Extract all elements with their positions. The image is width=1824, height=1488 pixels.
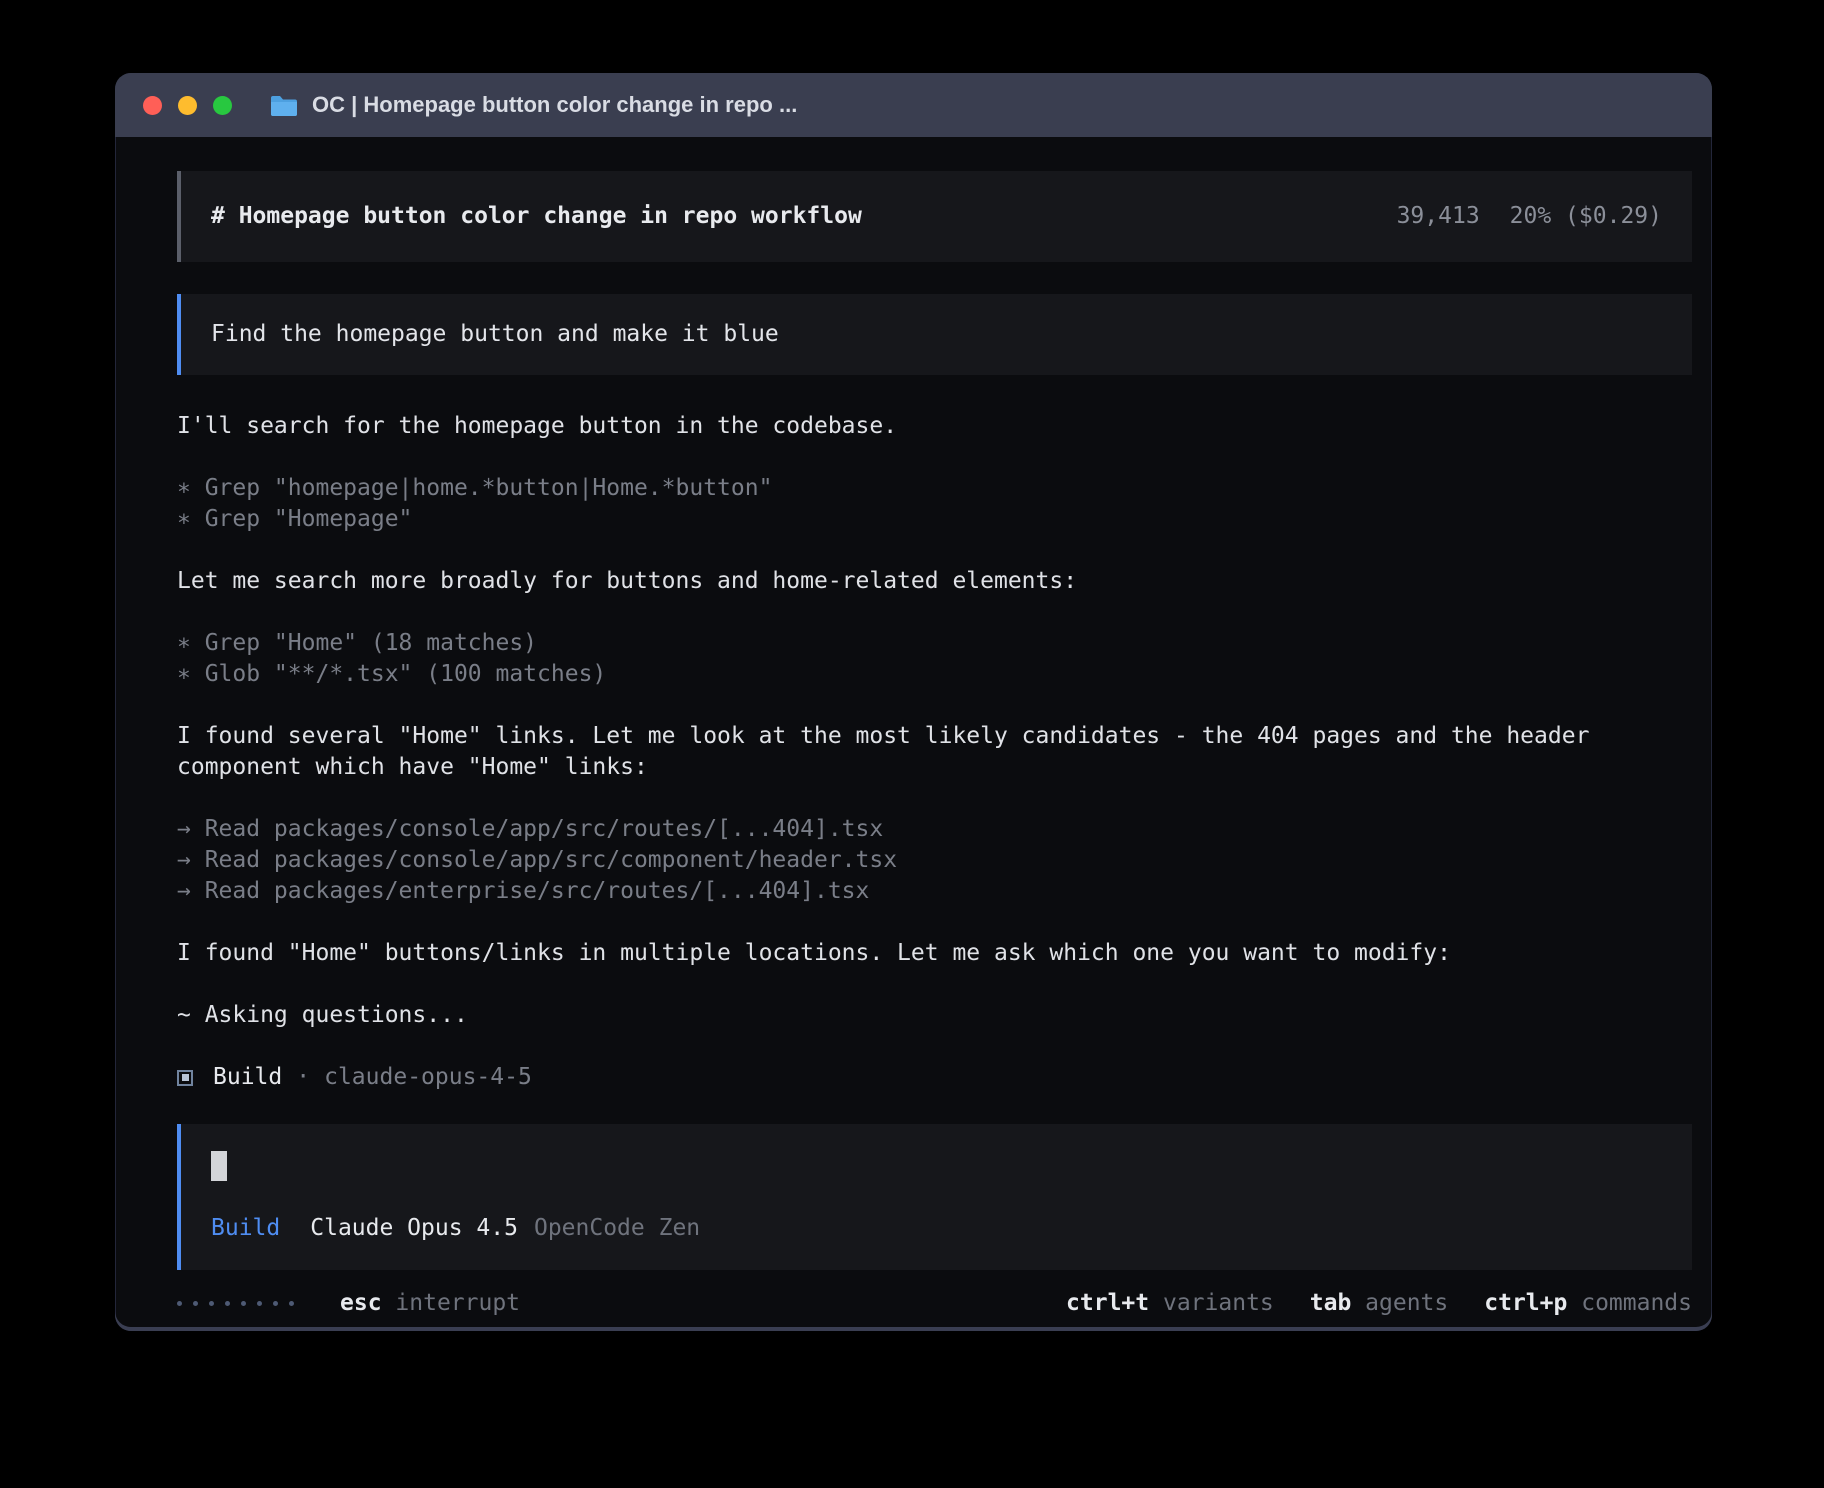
assistant-message: Let me search more broadly for buttons a… [177, 566, 1692, 597]
shortcut-variants: ctrl+t variants [1066, 1288, 1274, 1319]
context-cost: 20% ($0.29) [1510, 201, 1662, 232]
tool-call-group: ∗ Grep "Home" (18 matches) ∗ Glob "**/*.… [177, 628, 1692, 690]
token-count: 39,413 [1397, 201, 1480, 232]
spinner-dot [209, 1301, 214, 1306]
window-title: OC | Homepage button color change in rep… [312, 92, 797, 118]
shortcut-hints: ctrl+t variants tab agents ctrl+p comman… [1066, 1288, 1692, 1319]
spinner-dot [289, 1301, 294, 1306]
tool-call-read: → Read packages/console/app/src/componen… [177, 845, 1692, 876]
zoom-button[interactable] [213, 96, 232, 115]
text-cursor[interactable] [211, 1151, 227, 1181]
session-header: # Homepage button color change in repo w… [177, 171, 1692, 262]
prompt-input[interactable]: Build Claude Opus 4.5 OpenCode Zen [177, 1124, 1692, 1270]
shortcut-interrupt: esc interrupt [340, 1288, 520, 1319]
minimize-button[interactable] [178, 96, 197, 115]
shortcut-key: ctrl+t [1066, 1290, 1149, 1316]
shortcut-key: esc [340, 1290, 382, 1316]
close-button[interactable] [143, 96, 162, 115]
tool-call-read: → Read packages/enterprise/src/routes/[.… [177, 876, 1692, 907]
spinner-dot [193, 1301, 198, 1306]
spinner-dot [177, 1301, 182, 1306]
tool-call-group: → Read packages/console/app/src/routes/[… [177, 814, 1692, 907]
titlebar-title-group: OC | Homepage button color change in rep… [270, 92, 797, 118]
shortcut-commands: ctrl+p commands [1484, 1288, 1692, 1319]
traffic-lights [143, 96, 232, 115]
terminal-content: # Homepage button color change in repo w… [115, 137, 1712, 1319]
tool-call-grep: ∗ Grep "Homepage" [177, 504, 1692, 535]
assistant-message: I found several "Home" links. Let me loo… [177, 721, 1692, 783]
spinner-dot [241, 1301, 246, 1306]
tool-call-grep: ∗ Grep "homepage|home.*button|Home.*butt… [177, 473, 1692, 504]
tool-call-grep: ∗ Grep "Home" (18 matches) [177, 628, 1692, 659]
prompt-meta: Build Claude Opus 4.5 OpenCode Zen [211, 1213, 1662, 1244]
agent-status-line: Build · claude-opus-4-5 [177, 1062, 1692, 1093]
agent-separator: · [296, 1062, 310, 1093]
agent-model: claude-opus-4-5 [324, 1062, 532, 1093]
spinner-dot [273, 1301, 278, 1306]
model-label[interactable]: Claude Opus 4.5 [310, 1213, 518, 1244]
assistant-message: I'll search for the homepage button in t… [177, 411, 1692, 442]
shortcut-label: interrupt [395, 1290, 520, 1316]
mode-label[interactable]: Build [211, 1213, 280, 1244]
tool-call-group: ∗ Grep "homepage|home.*button|Home.*butt… [177, 473, 1692, 535]
agent-icon [177, 1070, 193, 1086]
session-title: # Homepage button color change in repo w… [211, 201, 862, 232]
spinner-dot [225, 1301, 230, 1306]
shortcut-label: commands [1581, 1290, 1692, 1316]
shortcut-label: variants [1163, 1290, 1274, 1316]
spinner-dots [177, 1301, 294, 1306]
user-message-text: Find the homepage button and make it blu… [211, 321, 779, 347]
status-bar: esc interrupt ctrl+t variants tab agents… [177, 1288, 1692, 1319]
assistant-message: I found "Home" buttons/links in multiple… [177, 938, 1692, 969]
session-meta: 39,413 20% ($0.29) [1397, 201, 1662, 232]
agent-name: Build [213, 1062, 282, 1093]
shortcut-agents: tab agents [1310, 1288, 1449, 1319]
shortcut-key: ctrl+p [1484, 1290, 1567, 1316]
folder-icon [270, 94, 298, 117]
user-message: Find the homepage button and make it blu… [177, 294, 1692, 375]
tool-call-read: → Read packages/console/app/src/routes/[… [177, 814, 1692, 845]
window-titlebar[interactable]: OC | Homepage button color change in rep… [115, 73, 1712, 137]
shortcut-label: agents [1365, 1290, 1448, 1316]
provider-label: OpenCode Zen [534, 1213, 700, 1244]
tool-call-glob: ∗ Glob "**/*.tsx" (100 matches) [177, 659, 1692, 690]
spinner-dot [257, 1301, 262, 1306]
shortcut-key: tab [1310, 1290, 1352, 1316]
terminal-window: OC | Homepage button color change in rep… [115, 73, 1712, 1331]
assistant-status-line: ~ Asking questions... [177, 1000, 1692, 1031]
